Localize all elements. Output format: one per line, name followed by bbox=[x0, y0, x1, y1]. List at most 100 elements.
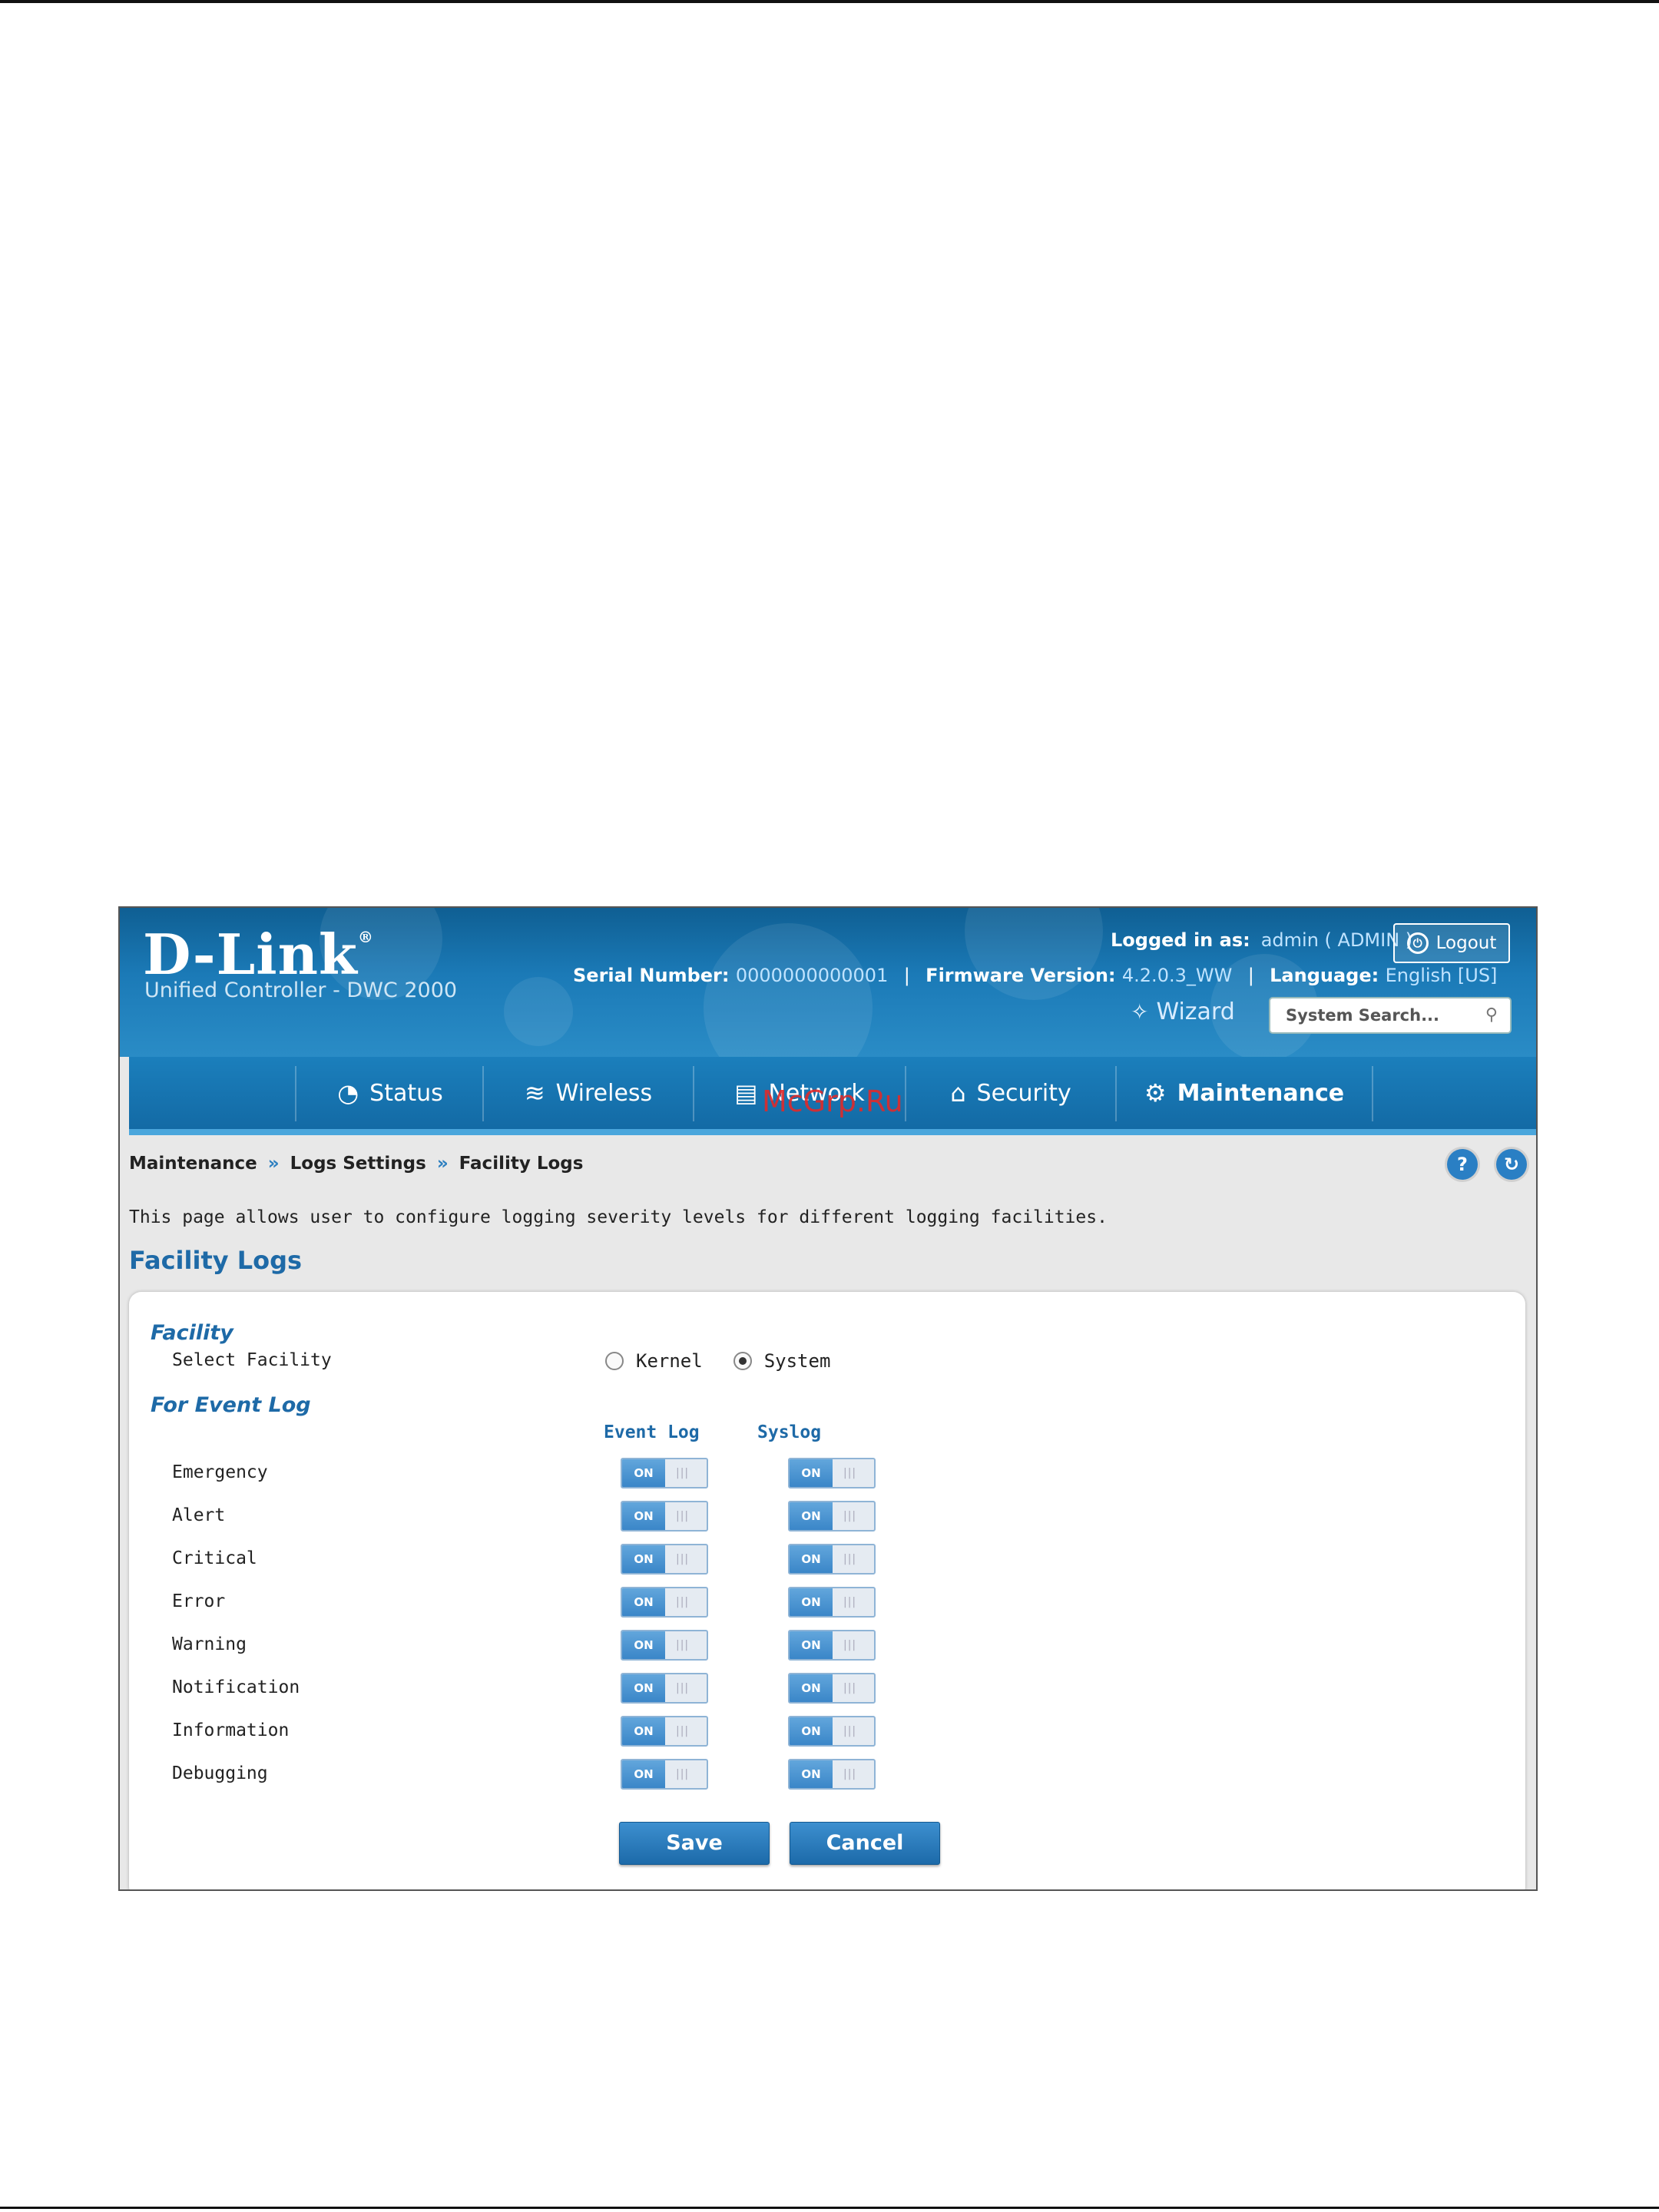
severity-label: Error bbox=[172, 1591, 226, 1611]
toggle-state: ON bbox=[622, 1717, 665, 1745]
toggle-state: ON bbox=[622, 1674, 665, 1702]
toggle-state: ON bbox=[790, 1674, 833, 1702]
lock-icon: ⌂ bbox=[950, 1078, 966, 1108]
syslog-toggle[interactable]: ON ||| bbox=[788, 1630, 876, 1661]
nav-underline bbox=[129, 1129, 1536, 1135]
severity-label: Warning bbox=[172, 1634, 247, 1654]
toggle-grip-icon: ||| bbox=[843, 1467, 857, 1479]
facility-logs-panel: Facility Select Facility Kernel System F… bbox=[129, 1292, 1525, 1889]
device-info: Serial Number: 0000000000001 | Firmware … bbox=[573, 965, 1498, 986]
toggle-grip-icon: ||| bbox=[843, 1596, 857, 1608]
syslog-toggle[interactable]: ON ||| bbox=[788, 1544, 876, 1575]
toggle-state: ON bbox=[790, 1631, 833, 1659]
toggle-grip-icon: ||| bbox=[843, 1510, 857, 1522]
breadcrumb-maintenance[interactable]: Maintenance bbox=[129, 1154, 257, 1174]
toggle-grip-icon: ||| bbox=[843, 1768, 857, 1780]
toggle-grip-icon: ||| bbox=[843, 1725, 857, 1737]
page-top-rule bbox=[0, 0, 1659, 3]
nav-wireless[interactable]: ≋ Wireless bbox=[484, 1057, 693, 1129]
toggle-state: ON bbox=[622, 1588, 665, 1616]
toggle-grip-icon: ||| bbox=[676, 1553, 690, 1565]
breadcrumb-facility-logs: Facility Logs bbox=[459, 1154, 584, 1174]
toggle-state: ON bbox=[790, 1545, 833, 1573]
col-syslog: Syslog bbox=[757, 1422, 822, 1442]
toggle-grip-icon: ||| bbox=[676, 1467, 690, 1479]
severity-label: Debugging bbox=[172, 1763, 268, 1783]
event-log-section-label: For Event Log bbox=[151, 1393, 311, 1417]
toggle-grip-icon: ||| bbox=[843, 1682, 857, 1694]
dlink-logo: D-Link® bbox=[143, 922, 374, 987]
search-icon: ⚲ bbox=[1485, 1005, 1498, 1025]
severity-label: Alert bbox=[172, 1505, 226, 1525]
toggle-grip-icon: ||| bbox=[676, 1510, 690, 1522]
toggle-grip-icon: ||| bbox=[843, 1639, 857, 1651]
cancel-button[interactable]: Cancel bbox=[790, 1822, 940, 1865]
col-event-log: Event Log bbox=[604, 1422, 700, 1442]
event-log-toggle[interactable]: ON ||| bbox=[621, 1716, 708, 1747]
header-banner: D-Link® Unified Controller - DWC 2000 Lo… bbox=[120, 908, 1536, 1057]
toggle-grip-icon: ||| bbox=[676, 1682, 690, 1694]
select-facility-label: Select Facility bbox=[172, 1350, 332, 1370]
logout-button[interactable]: ⏻ Logout bbox=[1393, 923, 1510, 963]
toggle-state: ON bbox=[790, 1459, 833, 1487]
product-subtitle: Unified Controller - DWC 2000 bbox=[144, 979, 458, 1002]
event-log-toggle[interactable]: ON ||| bbox=[621, 1458, 708, 1488]
power-icon: ⏻ bbox=[1406, 932, 1429, 954]
severity-label: Information bbox=[172, 1720, 290, 1740]
toggle-state: ON bbox=[790, 1760, 833, 1788]
refresh-icon[interactable]: ↻ bbox=[1496, 1149, 1527, 1180]
language-link[interactable]: English [US] bbox=[1386, 965, 1498, 986]
toggle-state: ON bbox=[790, 1717, 833, 1745]
toggle-grip-icon: ||| bbox=[676, 1725, 690, 1737]
toggle-state: ON bbox=[622, 1760, 665, 1788]
syslog-toggle[interactable]: ON ||| bbox=[788, 1716, 876, 1747]
toggle-state: ON bbox=[622, 1502, 665, 1530]
breadcrumb-logs-settings[interactable]: Logs Settings bbox=[290, 1154, 426, 1174]
toggle-grip-icon: ||| bbox=[676, 1639, 690, 1651]
toggle-state: ON bbox=[622, 1545, 665, 1573]
severity-label: Critical bbox=[172, 1548, 257, 1568]
severity-label: Notification bbox=[172, 1677, 300, 1697]
gear-icon: ⚙ bbox=[1144, 1078, 1167, 1108]
event-log-toggle[interactable]: ON ||| bbox=[621, 1501, 708, 1532]
help-icon[interactable]: ? bbox=[1447, 1149, 1478, 1180]
toggle-state: ON bbox=[622, 1459, 665, 1487]
event-log-toggle[interactable]: ON ||| bbox=[621, 1587, 708, 1618]
page-bottom-rule bbox=[0, 2207, 1659, 2209]
syslog-toggle[interactable]: ON ||| bbox=[788, 1759, 876, 1790]
event-log-toggle[interactable]: ON ||| bbox=[621, 1673, 708, 1704]
nav-status[interactable]: ◔ Status bbox=[298, 1057, 482, 1129]
syslog-toggle[interactable]: ON ||| bbox=[788, 1501, 876, 1532]
gauge-icon: ◔ bbox=[337, 1078, 359, 1108]
radio-system[interactable] bbox=[733, 1352, 752, 1370]
severity-label: Emergency bbox=[172, 1462, 268, 1482]
save-button[interactable]: Save bbox=[619, 1822, 770, 1865]
syslog-toggle[interactable]: ON ||| bbox=[788, 1458, 876, 1488]
event-log-toggle[interactable]: ON ||| bbox=[621, 1544, 708, 1575]
watermark-text: McGrp.Ru bbox=[762, 1084, 903, 1118]
facility-radio-group: Kernel System bbox=[605, 1350, 849, 1372]
magic-wand-icon: ✧ bbox=[1131, 999, 1149, 1025]
toggle-state: ON bbox=[790, 1502, 833, 1530]
event-log-toggle[interactable]: ON ||| bbox=[621, 1630, 708, 1661]
system-search-input[interactable]: System Search... ⚲ bbox=[1269, 997, 1512, 1034]
event-log-toggle[interactable]: ON ||| bbox=[621, 1759, 708, 1790]
wizard-link[interactable]: ✧ Wizard bbox=[1131, 998, 1235, 1025]
syslog-toggle[interactable]: ON ||| bbox=[788, 1587, 876, 1618]
radio-kernel[interactable] bbox=[605, 1352, 624, 1370]
toggle-grip-icon: ||| bbox=[676, 1596, 690, 1608]
login-info: Logged in as: admin ( ADMIN ) bbox=[1111, 929, 1413, 951]
toggle-state: ON bbox=[790, 1588, 833, 1616]
toggle-grip-icon: ||| bbox=[843, 1553, 857, 1565]
toggle-grip-icon: ||| bbox=[676, 1768, 690, 1780]
toggle-state: ON bbox=[622, 1631, 665, 1659]
computer-icon: ▤ bbox=[734, 1078, 758, 1108]
breadcrumb: Maintenance» Logs Settings» Facility Logs bbox=[129, 1154, 584, 1174]
page-description: This page allows user to configure loggi… bbox=[129, 1207, 1108, 1227]
syslog-toggle[interactable]: ON ||| bbox=[788, 1673, 876, 1704]
nav-maintenance[interactable]: ⚙ Maintenance bbox=[1117, 1057, 1372, 1129]
wifi-icon: ≋ bbox=[524, 1078, 545, 1108]
nav-security[interactable]: ⌂ Security bbox=[906, 1057, 1115, 1129]
page-title: Facility Logs bbox=[129, 1246, 303, 1275]
screenshot-frame: D-Link® Unified Controller - DWC 2000 Lo… bbox=[118, 906, 1538, 1891]
